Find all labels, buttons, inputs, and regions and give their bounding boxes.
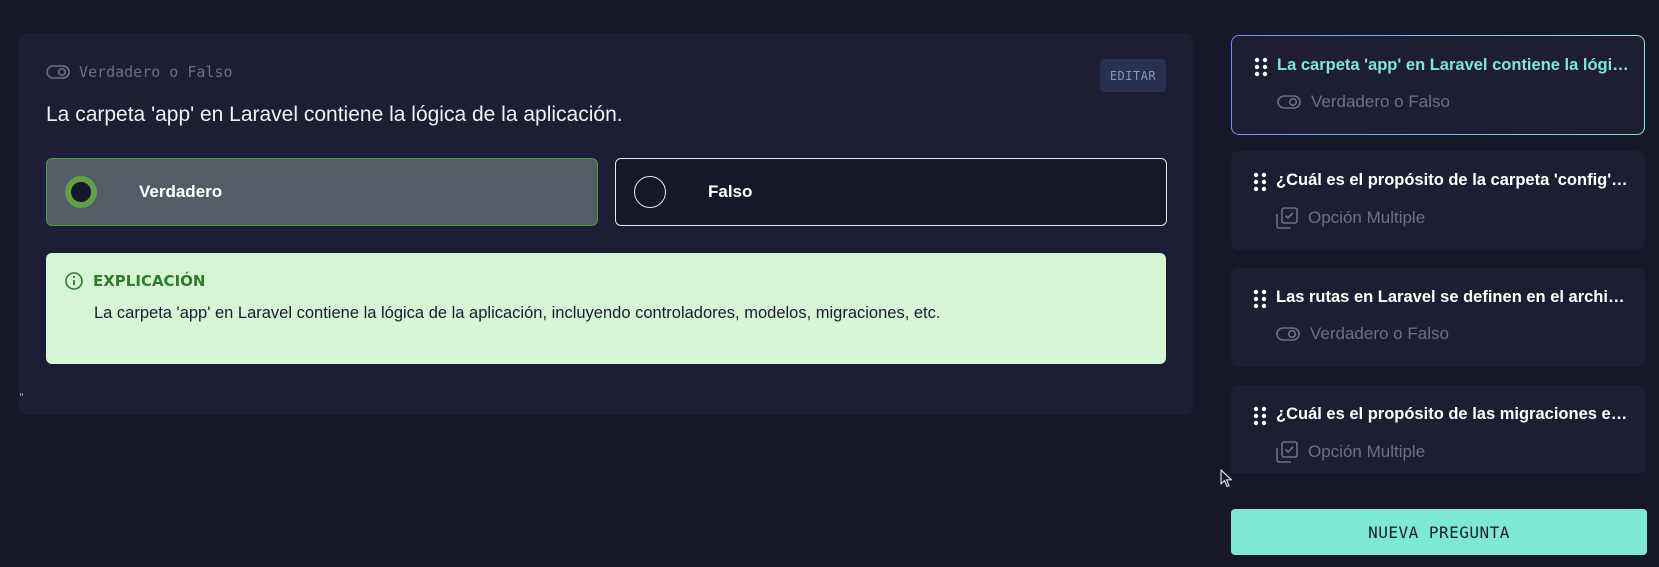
question-type: Verdadero o Falso xyxy=(46,63,233,81)
toggle-icon xyxy=(46,65,70,79)
sidebar-item-type: Opción Multiple xyxy=(1276,441,1425,463)
drag-handle-icon[interactable] xyxy=(1253,289,1267,309)
edit-button[interactable]: EDITAR xyxy=(1100,59,1166,92)
option-label: Verdadero xyxy=(139,182,223,201)
sidebar-item-type-label: Opción Multiple xyxy=(1308,442,1426,461)
explanation-heading-label: EXPLICACIÓN xyxy=(93,272,206,290)
mouse-cursor-icon xyxy=(1220,469,1233,488)
new-question-button[interactable]: NUEVA PREGUNTA xyxy=(1231,509,1647,555)
sidebar-item-question-2[interactable]: ¿Cuál es el propósito de la carpeta 'con… xyxy=(1231,151,1645,250)
info-icon xyxy=(65,272,83,290)
drag-handle-icon[interactable] xyxy=(1253,172,1267,192)
sidebar-item-type-label: Verdadero o Falso xyxy=(1311,92,1450,111)
question-type-label: Verdadero o Falso xyxy=(79,63,233,81)
question-text: La carpeta 'app' en Laravel contiene la … xyxy=(46,103,623,126)
toggle-icon xyxy=(1276,327,1300,341)
multiple-choice-icon xyxy=(1276,441,1298,463)
drag-handle-icon[interactable] xyxy=(1254,57,1268,77)
explanation-text: La carpeta 'app' en Laravel contiene la … xyxy=(94,304,941,322)
option-true[interactable]: Verdadero xyxy=(46,158,598,226)
sidebar-item-title: La carpeta 'app' en Laravel contiene la … xyxy=(1277,56,1633,74)
explanation-box: EXPLICACIÓN La carpeta 'app' en Laravel … xyxy=(46,253,1166,364)
toggle-icon xyxy=(1277,95,1301,109)
sidebar-item-title: ¿Cuál es el propósito de la carpeta 'con… xyxy=(1276,171,1632,189)
sidebar-item-type: Opción Multiple xyxy=(1276,207,1425,229)
explanation-heading: EXPLICACIÓN xyxy=(64,271,205,291)
radio-unselected-icon[interactable] xyxy=(634,176,666,208)
sidebar-item-type: Verdadero o Falso xyxy=(1276,324,1449,344)
sidebar-item-title: Las rutas en Laravel se definen en el ar… xyxy=(1276,288,1632,306)
sidebar-item-type-label: Opción Multiple xyxy=(1308,208,1426,227)
multiple-choice-icon xyxy=(1276,207,1298,229)
sidebar-item-question-1[interactable]: La carpeta 'app' en Laravel contiene la … xyxy=(1231,35,1645,135)
drag-handle-icon[interactable] xyxy=(1253,406,1267,426)
sidebar-item-question-3[interactable]: Las rutas en Laravel se definen en el ar… xyxy=(1231,268,1645,367)
sidebar-item-type-label: Verdadero o Falso xyxy=(1310,324,1449,343)
sidebar-item-type: Verdadero o Falso xyxy=(1277,92,1450,112)
sidebar-item-question-4[interactable]: ¿Cuál es el propósito de las migraciones… xyxy=(1231,385,1645,473)
option-false[interactable]: Falso xyxy=(615,158,1167,226)
question-card: Verdadero o Falso EDITAR La carpeta 'app… xyxy=(19,33,1193,415)
stray-quote: " xyxy=(19,391,25,404)
option-label: Falso xyxy=(708,182,753,201)
sidebar-item-title: ¿Cuál es el propósito de las migraciones… xyxy=(1276,405,1632,423)
radio-selected-icon[interactable] xyxy=(65,176,97,208)
